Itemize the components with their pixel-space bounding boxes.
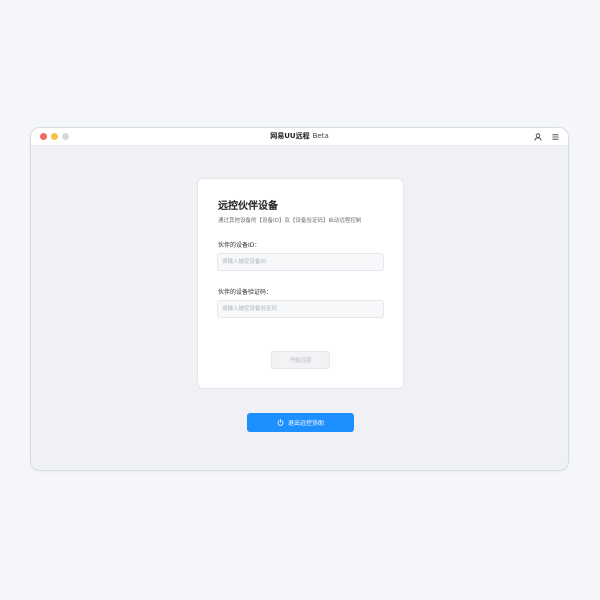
exit-button-label: 退出远控协助	[287, 420, 324, 427]
remote-control-card: 远控伙伴设备 通过其他设备的【设备ID】及【设备验证码】启动远程控制 伙伴的设备…	[197, 178, 404, 389]
menu-icon[interactable]	[550, 131, 561, 142]
start-remote-button[interactable]: 开始远控	[271, 351, 330, 369]
beta-badge: Beta	[312, 132, 329, 140]
verify-code-label: 伙伴的设备验证码：	[218, 289, 273, 296]
user-icon[interactable]	[532, 131, 543, 142]
exit-remote-assist-button[interactable]: 退出远控协助	[247, 413, 354, 432]
app-window: 网易UU远程 Beta 远控伙伴设备 通过其他设备的【设备ID】及【设备验证码】启…	[30, 127, 569, 471]
verify-code-input[interactable]	[217, 300, 384, 318]
card-title: 远控伙伴设备	[218, 201, 278, 212]
titlebar: 网易UU远程 Beta	[31, 128, 568, 146]
app-title: 网易UU远程 Beta	[31, 131, 568, 142]
device-id-label: 伙伴的设备ID：	[218, 242, 261, 249]
app-name: 网易UU远程	[270, 132, 310, 140]
device-id-input[interactable]	[217, 253, 384, 271]
power-icon	[277, 419, 284, 426]
card-subtitle: 通过其他设备的【设备ID】及【设备验证码】启动远程控制	[218, 218, 362, 224]
